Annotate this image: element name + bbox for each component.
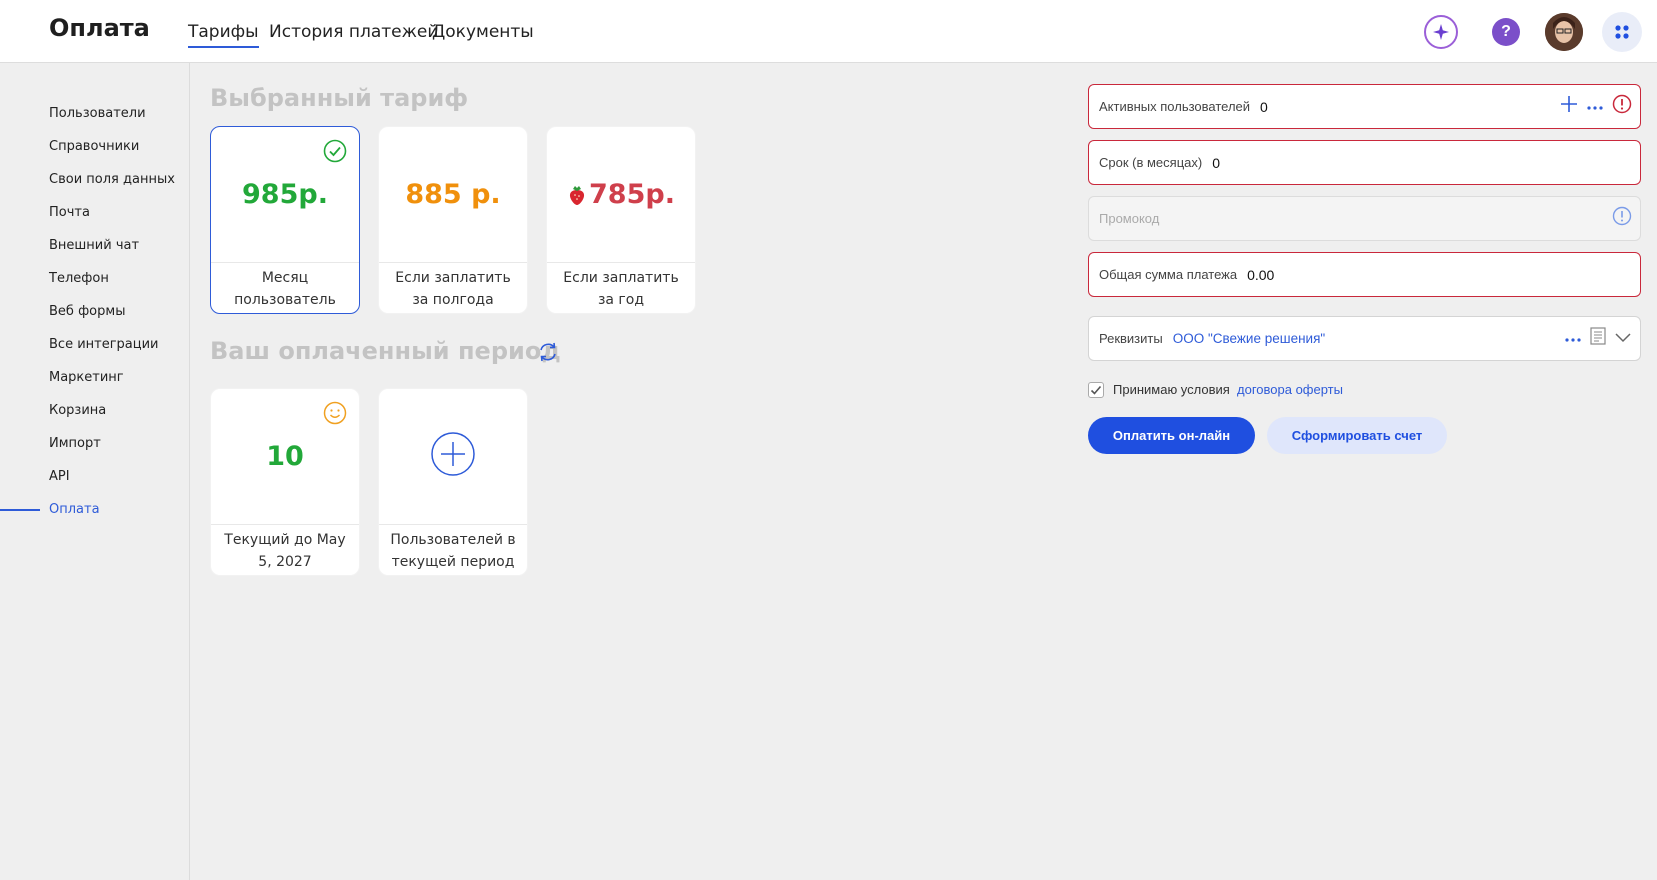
more-icon[interactable]	[1564, 330, 1582, 348]
strawberry-icon	[567, 184, 587, 206]
tariff-card-year[interactable]: 785р. Если заплатить за год	[546, 126, 696, 314]
sidebar-item-marketing[interactable]: Маркетинг	[49, 370, 124, 385]
active-marker	[0, 509, 40, 511]
field-label: Общая сумма платежа	[1099, 267, 1238, 282]
more-icon[interactable]	[1586, 98, 1604, 116]
question-glyph: ?	[1501, 23, 1511, 40]
period-caption: Текущий до May 5, 2027	[211, 524, 359, 575]
sidebar-item-trash[interactable]: Корзина	[49, 403, 106, 418]
field-value: 0	[1212, 154, 1221, 171]
tab-documents[interactable]: Документы	[432, 22, 534, 46]
page-title: Оплата	[49, 14, 150, 42]
question-icon[interactable]: ?	[1492, 18, 1520, 46]
create-invoice-button[interactable]: Сформировать счет	[1267, 417, 1447, 454]
tariff-caption: Если заплатить за полгода	[379, 262, 527, 313]
sidebar-item-api[interactable]: API	[49, 469, 70, 484]
promo-placeholder: Промокод	[1099, 211, 1160, 226]
field-label: Реквизиты	[1099, 331, 1163, 346]
requisites-value[interactable]: ООО "Свежие решения"	[1173, 331, 1325, 346]
sidebar-item-mail[interactable]: Почта	[49, 205, 90, 220]
term-field[interactable]: Срок (в месяцах) 0	[1088, 140, 1641, 185]
period-section-title: Ваш оплаченный период	[210, 337, 561, 365]
total-field: Общая сумма платежа 0.00	[1088, 252, 1641, 297]
sidebar-item-users[interactable]: Пользователи	[49, 106, 146, 121]
avatar[interactable]	[1545, 13, 1583, 51]
field-label: Срок (в месяцах)	[1099, 155, 1203, 170]
active-users-field[interactable]: Активных пользователей 0	[1088, 84, 1641, 129]
sidebar: Пользователи Справочники Свои поля данны…	[0, 63, 190, 880]
field-value: 0	[1260, 98, 1268, 115]
field-value: 0.00	[1247, 266, 1275, 283]
tariff-card-month[interactable]: 985р. Месяц пользователь	[210, 126, 360, 314]
chevron-down-icon[interactable]	[1614, 330, 1632, 348]
offer-agreement-link[interactable]: договора оферты	[1237, 382, 1343, 397]
sidebar-item-integrations[interactable]: Все интеграции	[49, 337, 159, 352]
pay-online-button[interactable]: Оплатить он-лайн	[1088, 417, 1255, 454]
check-icon	[1090, 385, 1102, 395]
sidebar-item-external-chat[interactable]: Внешний чат	[49, 238, 139, 253]
tariff-caption: Месяц пользователь	[211, 262, 359, 313]
period-card-add-users[interactable]: Пользователей в текущей период	[378, 388, 528, 576]
sidebar-item-phone[interactable]: Телефон	[49, 271, 109, 286]
field-label: Активных пользователей	[1099, 99, 1251, 114]
tariff-price: 785р.	[589, 179, 675, 210]
sidebar-item-import[interactable]: Импорт	[49, 436, 101, 451]
tariff-section-title: Выбранный тариф	[210, 84, 469, 112]
tab-payment-history[interactable]: История платежей	[269, 22, 438, 46]
sidebar-item-web-forms[interactable]: Веб формы	[49, 304, 125, 319]
promo-field[interactable]: Промокод	[1088, 196, 1641, 241]
sparkle-icon[interactable]	[1424, 15, 1458, 49]
sidebar-item-custom-fields[interactable]: Свои поля данных	[49, 172, 175, 187]
tariff-caption: Если заплатить за год	[547, 262, 695, 313]
sidebar-item-payment[interactable]: Оплата	[49, 502, 100, 517]
plus-icon[interactable]	[1560, 95, 1578, 118]
refresh-icon[interactable]	[536, 340, 560, 369]
requisites-field[interactable]: Реквизиты ООО "Свежие решения"	[1088, 316, 1641, 361]
terms-checkbox[interactable]	[1088, 382, 1104, 398]
info-icon[interactable]	[1612, 206, 1632, 231]
tariff-price: 985р.	[242, 179, 328, 210]
terms-label: Принимаю условия	[1113, 382, 1230, 397]
period-card-current: 10 Текущий до May 5, 2027	[210, 388, 360, 576]
tab-tariffs[interactable]: Тарифы	[188, 22, 259, 48]
warning-icon	[1612, 94, 1632, 119]
period-caption: Пользователей в текущей период	[379, 524, 527, 575]
document-icon[interactable]	[1590, 327, 1606, 350]
header: Оплата Тарифы История платежей Документы…	[0, 0, 1657, 63]
tariff-card-half-year[interactable]: 885 р. Если заплатить за полгода	[378, 126, 528, 314]
tariff-price: 885 р.	[405, 179, 501, 210]
sidebar-item-directories[interactable]: Справочники	[49, 139, 139, 154]
grid-icon[interactable]	[1602, 12, 1642, 52]
period-value: 10	[266, 441, 304, 472]
plus-circle-icon[interactable]	[430, 431, 476, 482]
